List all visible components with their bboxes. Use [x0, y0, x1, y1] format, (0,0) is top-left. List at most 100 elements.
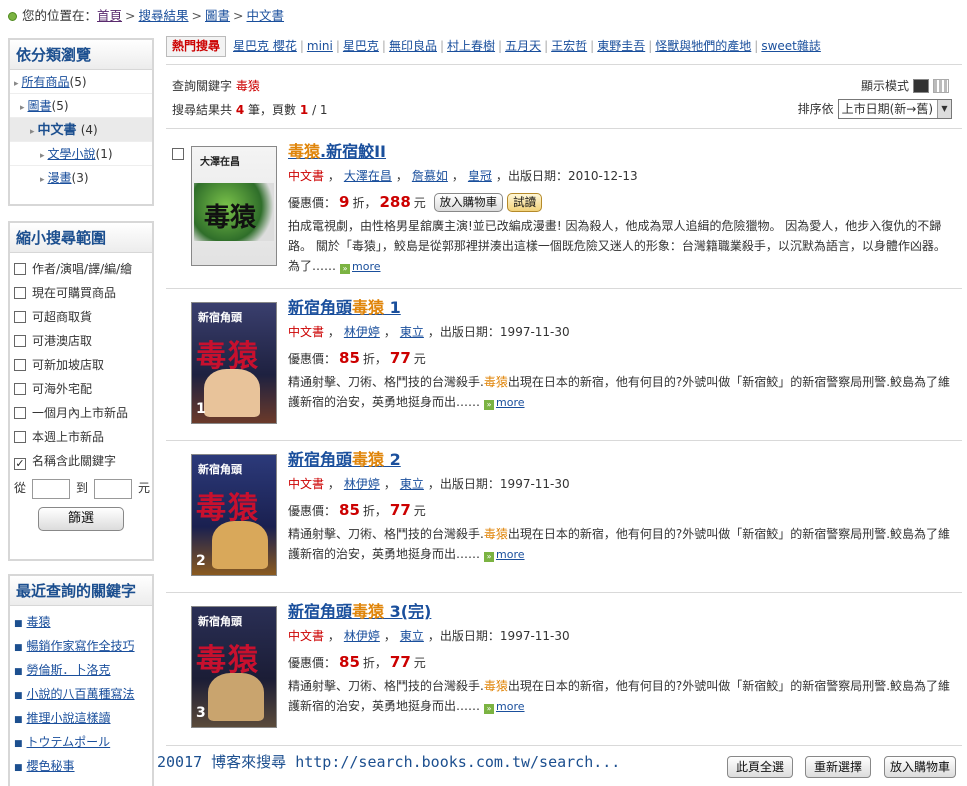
author-link[interactable]: 林伊婷	[344, 325, 380, 339]
author-link[interactable]: 林伊婷	[344, 629, 380, 643]
category-link[interactable]: 中文書	[38, 123, 77, 138]
hot-search-link[interactable]: 怪獸與牠們的產地	[655, 39, 751, 53]
hot-search-link[interactable]: sweet雜誌	[761, 39, 821, 53]
result-title[interactable]: 新宿角頭毒猿 2	[288, 448, 952, 472]
more-link[interactable]: more	[496, 700, 525, 713]
more-link[interactable]: more	[496, 396, 525, 409]
author-link[interactable]: 林伊婷	[344, 477, 380, 491]
hot-search-link[interactable]: 五月天	[505, 39, 541, 53]
filter-option[interactable]: 一個月內上市新品	[10, 401, 152, 425]
grid-view-icon[interactable]	[933, 79, 949, 93]
filter-checkbox[interactable]	[14, 263, 26, 275]
add-to-cart-button[interactable]: 放入購物車	[433, 193, 504, 212]
recent-keyword-link[interactable]: 毒猿	[27, 615, 51, 629]
hot-search-link[interactable]: 村上春樹	[447, 39, 495, 53]
result-item: 新宿角頭 毒猿 1 新宿角頭毒猿 1 中文書 ，林伊婷，東立 ，出版日期：1997…	[166, 296, 962, 436]
publisher-link[interactable]: 皇冠	[468, 169, 492, 183]
recent-keyword[interactable]: ■ 櫻色秘事	[10, 754, 152, 778]
result-title-link[interactable]: 新宿角頭毒猿 2	[288, 450, 401, 469]
publisher-link[interactable]: 東立	[400, 629, 424, 643]
filter-checkbox[interactable]	[14, 359, 26, 371]
preview-button[interactable]: 試讀	[507, 193, 543, 212]
breadcrumb-search-results[interactable]: 搜尋結果	[139, 8, 189, 23]
recent-keyword-link[interactable]: 暢銷作家寫作全技巧	[27, 639, 135, 653]
result-title-link[interactable]: 新宿角頭毒猿 3(完)	[288, 602, 431, 621]
book-cover[interactable]: 新宿角頭 毒猿 2	[191, 454, 277, 576]
recent-keyword[interactable]: ■ 推理小說這樣讀	[10, 706, 152, 730]
price-min-input[interactable]	[32, 478, 71, 499]
hot-search-link[interactable]: 星巴克 櫻花	[233, 39, 297, 53]
title-text: 2	[384, 450, 401, 469]
recent-keyword-link[interactable]: 推理小說這樣讀	[27, 711, 111, 725]
category-comics[interactable]: ▸ 漫畫(3)	[10, 166, 152, 190]
filter-checkbox[interactable]	[14, 383, 26, 395]
category-all[interactable]: ▸ 所有商品(5)	[10, 70, 152, 94]
hot-search-link[interactable]: 東野圭吾	[597, 39, 645, 53]
category-link[interactable]: 圖書	[28, 99, 52, 113]
category-chinese-books[interactable]: ▸ 中文書 (4)	[10, 118, 152, 142]
filter-checkbox[interactable]	[14, 407, 26, 419]
recent-keyword-link[interactable]: 小說的八百萬種寫法	[27, 687, 135, 701]
recent-keyword[interactable]: ■ トウテムポール	[10, 730, 152, 754]
filter-option[interactable]: 可海外宅配	[10, 377, 152, 401]
description-text: 精通射擊、刀術、格鬥技的台灣殺手.	[288, 679, 484, 693]
breadcrumb-books[interactable]: 圖書	[205, 8, 230, 23]
page-count: / 1	[312, 103, 328, 117]
category-link[interactable]: 文學小說	[48, 147, 96, 161]
add-selected-to-cart-button[interactable]: 放入購物車	[884, 756, 957, 778]
hot-search-link[interactable]: 王宏哲	[551, 39, 587, 53]
filter-option-keyword[interactable]: ✓ 名稱含此關鍵字	[10, 449, 152, 473]
breadcrumb-home[interactable]: 首頁	[97, 8, 122, 23]
category-link[interactable]: 所有商品	[22, 75, 70, 89]
translator-link[interactable]: 詹慕如	[412, 169, 448, 183]
select-all-button[interactable]: 此頁全選	[727, 756, 794, 778]
filter-option[interactable]: 作者/演唱/譯/編/繪	[10, 257, 152, 281]
filter-checkbox[interactable]	[14, 431, 26, 443]
result-checkbox[interactable]	[172, 148, 184, 160]
filter-checkbox-checked[interactable]: ✓	[14, 458, 26, 470]
filter-option[interactable]: 可超商取貨	[10, 305, 152, 329]
filter-checkbox[interactable]	[14, 335, 26, 347]
result-title-link[interactable]: 毒猿.新宿鮫II	[288, 142, 386, 161]
recent-keyword-link[interactable]: 勞倫斯．卜洛克	[27, 663, 111, 677]
title-text: 新宿角頭	[288, 298, 353, 317]
filter-option[interactable]: 可港澳店取	[10, 329, 152, 353]
more-link[interactable]: more	[352, 260, 381, 273]
recent-keyword-link[interactable]: トウテムポール	[27, 735, 111, 749]
result-title[interactable]: 新宿角頭毒猿 3(完)	[288, 600, 952, 624]
more-link[interactable]: more	[496, 548, 525, 561]
filter-option[interactable]: 可新加坡店取	[10, 353, 152, 377]
author-link[interactable]: 大澤在昌	[344, 169, 392, 183]
filter-checkbox[interactable]	[14, 287, 26, 299]
filter-checkbox[interactable]	[14, 311, 26, 323]
hot-search-link[interactable]: 無印良品	[389, 39, 437, 53]
cover-series: 新宿角頭	[198, 463, 242, 476]
sort-select[interactable]: 上市日期(新→舊) ▼	[837, 99, 952, 119]
result-title-link[interactable]: 新宿角頭毒猿 1	[288, 298, 401, 317]
divider: |	[754, 39, 759, 53]
book-cover[interactable]: 新宿角頭 毒猿 3	[191, 606, 277, 728]
reselect-button[interactable]: 重新選擇	[805, 756, 872, 778]
price-max-input[interactable]	[94, 478, 133, 499]
filter-option[interactable]: 本週上市新品	[10, 425, 152, 449]
filter-option[interactable]: 現在可購買商品	[10, 281, 152, 305]
book-cover[interactable]: 大澤在昌 毒猿	[191, 146, 277, 266]
filter-button[interactable]: 篩選	[38, 507, 124, 531]
recent-keyword[interactable]: ■ 暢銷作家寫作全技巧	[10, 634, 152, 658]
result-title[interactable]: 毒猿.新宿鮫II	[288, 140, 952, 164]
result-title[interactable]: 新宿角頭毒猿 1	[288, 296, 952, 320]
publisher-link[interactable]: 東立	[400, 477, 424, 491]
recent-keyword[interactable]: ■ 小說的八百萬種寫法	[10, 682, 152, 706]
publisher-link[interactable]: 東立	[400, 325, 424, 339]
list-view-icon[interactable]	[913, 79, 929, 93]
category-books[interactable]: ▸ 圖書(5)	[10, 94, 152, 118]
recent-keyword[interactable]: ■ 毒猿	[10, 610, 152, 634]
hot-search-link[interactable]: 星巴克	[343, 39, 379, 53]
category-link[interactable]: 漫畫	[48, 171, 72, 185]
recent-keyword-link[interactable]: 櫻色秘事	[27, 759, 75, 773]
hot-search-link[interactable]: mini	[307, 39, 333, 53]
recent-keyword[interactable]: ■ 勞倫斯．卜洛克	[10, 658, 152, 682]
book-cover[interactable]: 新宿角頭 毒猿 1	[191, 302, 277, 424]
category-literature[interactable]: ▸ 文學小說(1)	[10, 142, 152, 166]
breadcrumb-chinese-books[interactable]: 中文書	[247, 8, 285, 23]
